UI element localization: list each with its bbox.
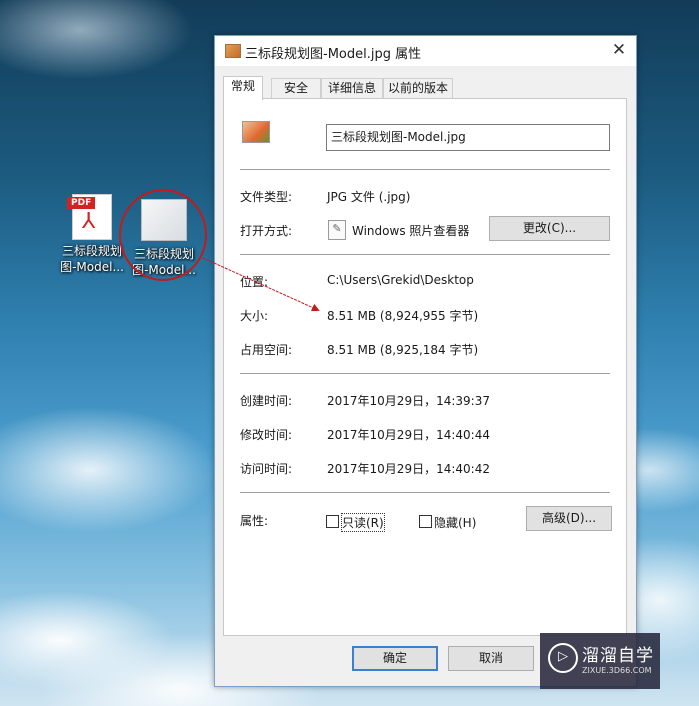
watermark-logo: ▷ 溜溜自学 ZIXUE.3D66.COM bbox=[540, 633, 660, 689]
watermark-title: 溜溜自学 bbox=[582, 646, 654, 666]
watermark-subtitle: ZIXUE.3D66.COM bbox=[582, 666, 652, 675]
tab-general[interactable]: 常规 bbox=[223, 76, 263, 100]
annotation-arrow bbox=[202, 257, 320, 312]
play-icon: ▷ bbox=[548, 643, 578, 673]
